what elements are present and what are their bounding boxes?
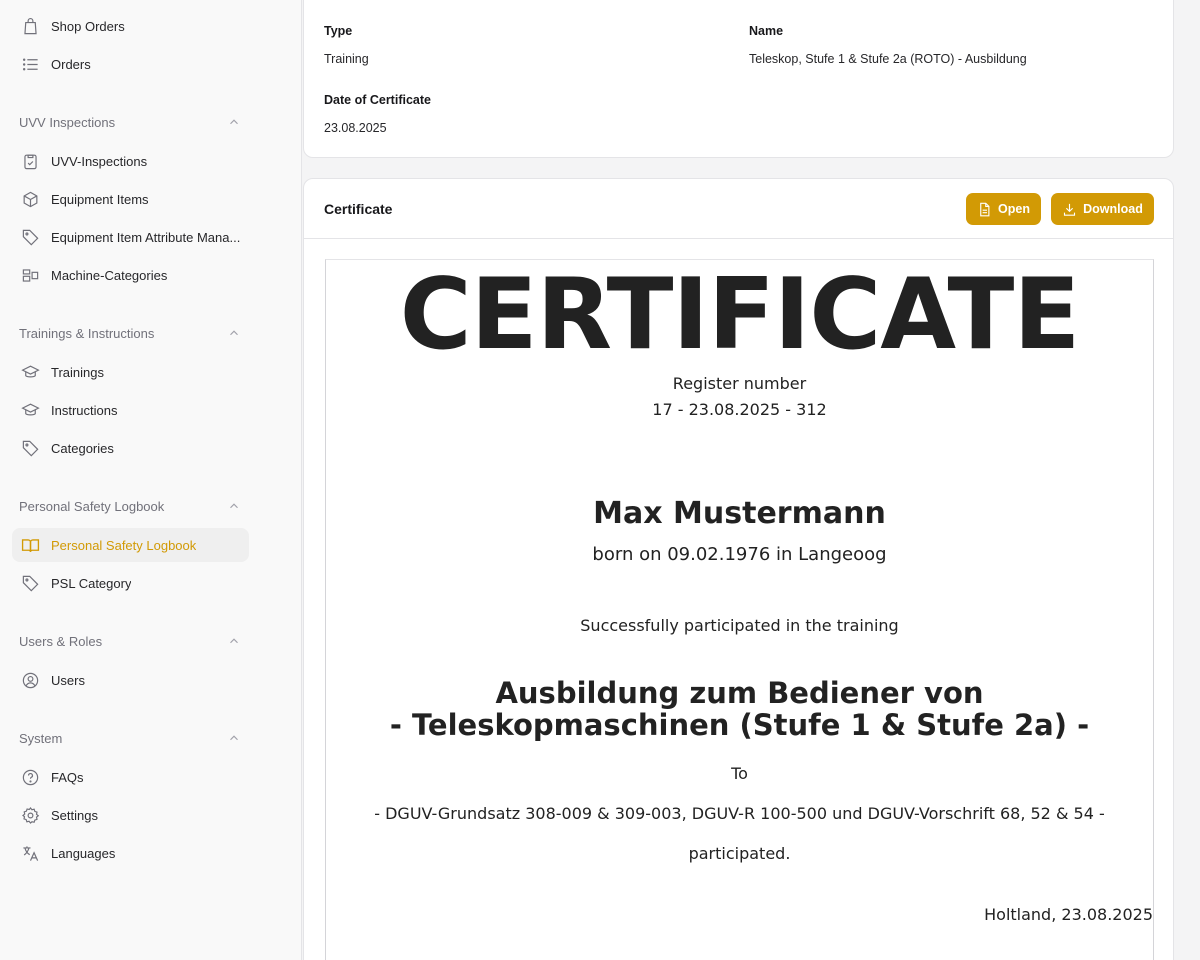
tag-icon	[20, 573, 40, 593]
birth-info: born on 09.02.1976 in Langeoog	[592, 544, 887, 565]
group-system[interactable]: System	[19, 728, 241, 748]
register-number: 17 - 23.08.2025 - 312	[652, 400, 827, 419]
date-value: 23.08.2025	[324, 121, 387, 135]
graduation-cap-icon	[20, 400, 40, 420]
nav-label: Shop Orders	[51, 18, 125, 34]
participation-intro: Successfully participated in the trainin…	[580, 616, 899, 635]
details-card: Type Training Name Teleskop, Stufe 1 & S…	[303, 0, 1174, 158]
nav-label: UVV-Inspections	[51, 153, 148, 169]
nav-label: Machine-Categories	[51, 267, 168, 283]
nav-orders[interactable]: Orders	[12, 47, 249, 81]
certificate-preview[interactable]: CERTIFICATE Register number 17 - 23.08.2…	[325, 259, 1154, 960]
user-circle-icon	[20, 670, 40, 690]
nav-trainings[interactable]: Trainings	[12, 355, 249, 389]
chevron-up-icon	[227, 634, 241, 648]
training-title-line1: Ausbildung zum Bediener von	[495, 676, 984, 710]
to-text: To	[731, 764, 748, 783]
download-label: Download	[1083, 202, 1143, 216]
open-label: Open	[998, 202, 1030, 216]
group-label: UVV Inspections	[19, 114, 116, 130]
nav-label: Personal Safety Logbook	[51, 537, 197, 553]
place-date: Holtland, 23.08.2025	[984, 905, 1153, 924]
nav-shop-orders[interactable]: Shop Orders	[12, 9, 249, 43]
categories-icon	[20, 265, 40, 285]
question-circle-icon	[20, 767, 40, 787]
nav-settings[interactable]: Settings	[12, 798, 249, 832]
name-value: Teleskop, Stufe 1 & Stufe 2a (ROTO) - Au…	[749, 52, 1027, 66]
certificate-card: Certificate Open Download CERTIFICATE Re…	[303, 178, 1174, 960]
cube-icon	[20, 189, 40, 209]
nav-languages[interactable]: Languages	[12, 836, 249, 870]
group-uvv-inspections[interactable]: UVV Inspections	[19, 112, 241, 132]
book-open-icon	[20, 535, 40, 555]
nav-label: FAQs	[51, 769, 84, 785]
download-button[interactable]: Download	[1051, 193, 1154, 225]
nav-label: PSL Category	[51, 575, 132, 591]
nav-label: Settings	[51, 807, 98, 823]
group-label: Trainings & Instructions	[19, 325, 155, 341]
nav-equipment-item-attributes[interactable]: Equipment Item Attribute Mana...	[12, 220, 249, 254]
shopping-bag-icon	[20, 16, 40, 36]
nav-psl-category[interactable]: PSL Category	[12, 566, 249, 600]
nav-equipment-items[interactable]: Equipment Items	[12, 182, 249, 216]
certificate-header: Certificate Open Download	[304, 179, 1173, 239]
type-value: Training	[324, 52, 369, 66]
regulations-text: - DGUV-Grundsatz 308-009 & 309-003, DGUV…	[374, 804, 1105, 823]
nav-label: Users	[51, 672, 85, 688]
nav-label: Equipment Items	[51, 191, 149, 207]
register-label: Register number	[672, 374, 807, 393]
document-icon	[977, 202, 992, 217]
nav-label: Languages	[51, 845, 116, 861]
training-title-line2: - Teleskopmaschinen (Stufe 1 & Stufe 2a)…	[389, 708, 1090, 742]
participated-text: participated.	[688, 844, 791, 863]
person-name: Max Mustermann	[593, 496, 886, 531]
nav-machine-categories[interactable]: Machine-Categories	[12, 258, 249, 292]
tag-icon	[20, 227, 40, 247]
certificate-title: Certificate	[324, 201, 393, 217]
tag-icon	[20, 438, 40, 458]
certificate-heading: CERTIFICATE	[399, 258, 1081, 372]
nav-label: Categories	[51, 440, 114, 456]
name-label: Name	[749, 24, 784, 38]
group-personal-safety-logbook[interactable]: Personal Safety Logbook	[19, 496, 241, 516]
sidebar: Shop Orders Orders UVV Inspections UVV-I…	[0, 0, 302, 960]
nav-label: Trainings	[51, 364, 104, 380]
clipboard-check-icon	[20, 151, 40, 171]
type-label: Type	[324, 24, 353, 38]
nav-label: Instructions	[51, 402, 118, 418]
chevron-up-icon	[227, 326, 241, 340]
chevron-up-icon	[227, 499, 241, 513]
cog-icon	[20, 805, 40, 825]
group-users-roles[interactable]: Users & Roles	[19, 631, 241, 651]
chevron-up-icon	[227, 115, 241, 129]
nav-faqs[interactable]: FAQs	[12, 760, 249, 794]
open-button[interactable]: Open	[966, 193, 1041, 225]
nav-label: Equipment Item Attribute Mana...	[51, 229, 241, 245]
group-label: Personal Safety Logbook	[19, 498, 165, 514]
group-label: System	[19, 730, 63, 746]
group-trainings-instructions[interactable]: Trainings & Instructions	[19, 323, 241, 343]
nav-users[interactable]: Users	[12, 663, 249, 697]
nav-personal-safety-logbook[interactable]: Personal Safety Logbook	[12, 528, 249, 562]
date-label: Date of Certificate	[324, 93, 431, 107]
graduation-cap-icon	[20, 362, 40, 382]
download-icon	[1062, 202, 1077, 217]
group-label: Users & Roles	[19, 633, 103, 649]
chevron-up-icon	[227, 731, 241, 745]
nav-categories[interactable]: Categories	[12, 431, 249, 465]
nav-uvv-inspections[interactable]: UVV-Inspections	[12, 144, 249, 178]
nav-label: Orders	[51, 56, 91, 72]
nav-instructions[interactable]: Instructions	[12, 393, 249, 427]
language-icon	[20, 843, 40, 863]
list-icon	[20, 54, 40, 74]
